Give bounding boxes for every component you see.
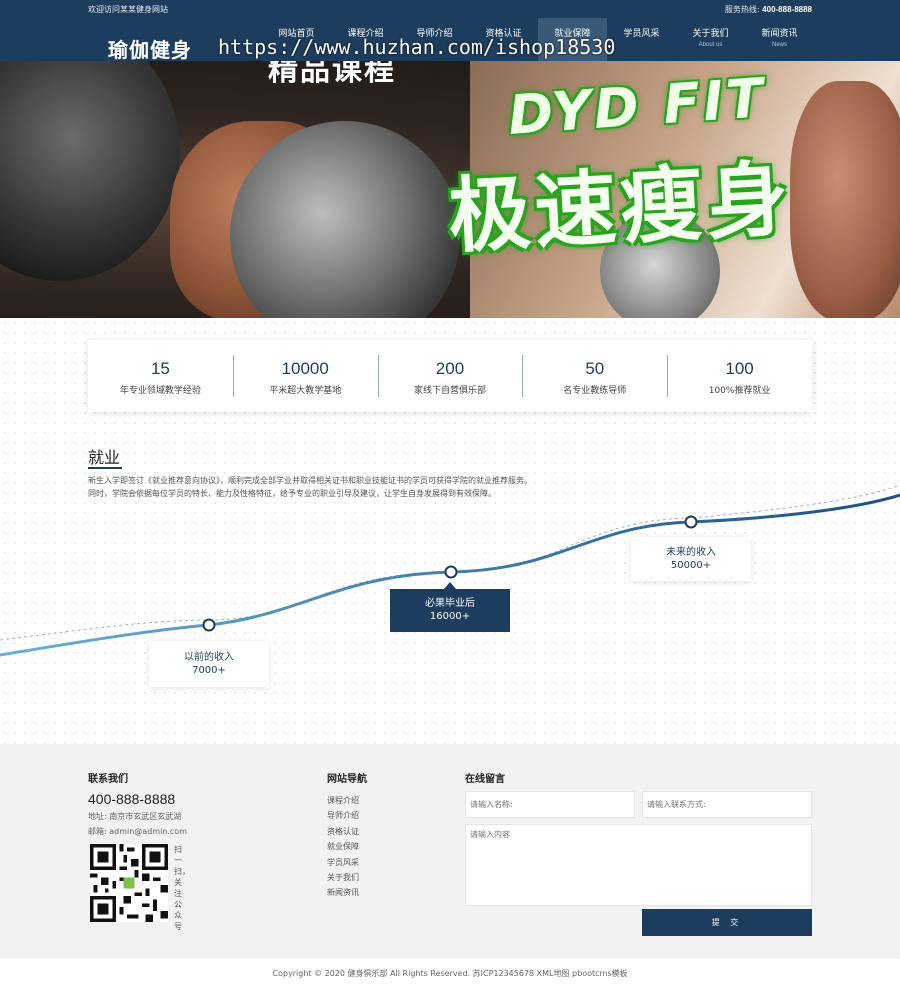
stats-panel: 15 年专业领域教学经验 10000 平米超大教学基地 200 家线下自营俱乐部 50 名专业… (88, 340, 812, 412)
footer-nav-link[interactable]: 就业保障 (327, 839, 359, 854)
copyright-text: Copyright © 2020 健身俱乐部 All Rights Reserv… (272, 969, 628, 978)
tooltip-value: 16000+ (429, 611, 471, 622)
footer-nav-link[interactable]: 新闻资讯 (327, 885, 359, 900)
stat-label: 名专业教练导师 (563, 386, 627, 396)
stat-label: 年专业领域教学经验 (119, 386, 201, 396)
curve-point (202, 618, 216, 632)
welcome-text: 欢迎访问某某健身网站 (88, 5, 168, 14)
contact-title: 联系我们 (88, 774, 128, 785)
message-textarea[interactable] (465, 824, 812, 906)
contact-input[interactable] (642, 791, 812, 818)
site-footer: 联系我们 400-888-8888 地址: 南京市玄武区玄武湖 邮箱: admi… (0, 744, 900, 959)
income-tooltip-after: 必果毕业后 16000+ (390, 589, 510, 632)
top-bar: 欢迎访问某某健身网站 服务热线: 400-888-8888 (0, 0, 900, 18)
stat-label: 家线下自营俱乐部 (413, 386, 486, 396)
curve-point (444, 565, 458, 579)
income-tooltip-before: 以前的收入 7000+ (149, 641, 269, 687)
nav-item-sublabel: About us (698, 42, 723, 48)
banner-slogan-zh: 极速瘦身 (446, 152, 795, 265)
tooltip-arrow (444, 582, 456, 589)
qr-caption: 扫一扫，关注公众号 (174, 845, 190, 931)
stat-label: 平米超大教学基地 (269, 386, 342, 396)
footer-nav-title: 网站导航 (327, 774, 367, 785)
arm-image (790, 81, 900, 318)
name-input[interactable] (465, 791, 635, 818)
stat-item: 15 年专业领域教学经验 (88, 340, 233, 412)
stat-number: 100 (725, 359, 754, 378)
nav-item[interactable]: 关于我们 About us (676, 18, 745, 61)
footer-nav-link[interactable]: 导师介绍 (327, 808, 359, 823)
footer-nav: 课程介绍 导师介绍 资格认证 就业保障 学员风采 关于我们 新闻资讯 (327, 793, 359, 901)
stat-item: 10000 平米超大教学基地 (232, 340, 378, 412)
nav-item-label: 新闻资讯 (761, 29, 798, 39)
stat-item: 50 名专业教练导师 (522, 340, 667, 412)
hotline: 服务热线: 400-888-8888 (725, 4, 812, 15)
hotline-number: 400-888-8888 (762, 5, 812, 14)
income-curve-chart (0, 484, 900, 657)
tooltip-label: 未来的收入 (666, 547, 716, 558)
qr-code-icon (90, 844, 168, 922)
contact-email: 邮箱: admin@admin.com (88, 827, 187, 836)
nav-item[interactable]: 新闻资讯 News (745, 18, 814, 61)
nav-item[interactable]: 学员风采 (607, 18, 676, 61)
stat-label: 100%推荐就业 (708, 386, 771, 396)
hero-banner: 精品课程 DYD FIT 极速瘦身 (0, 61, 900, 318)
footer-nav-link[interactable]: 关于我们 (327, 870, 359, 885)
stat-number: 10000 (281, 359, 329, 378)
contact-address: 地址: 南京市玄武区玄武湖 (88, 812, 182, 821)
site-header: 欢迎访问某某健身网站 服务热线: 400-888-8888 瑜伽健身 网站首页课… (0, 0, 900, 63)
submit-button[interactable]: 提 交 (642, 909, 812, 936)
contact-phone: 400-888-8888 (88, 791, 176, 807)
hotline-label: 服务热线: (724, 5, 760, 14)
footer-nav-link[interactable]: 课程介绍 (327, 793, 359, 808)
site-logo[interactable]: 瑜伽健身 (108, 34, 192, 63)
tooltip-value: 7000+ (192, 665, 226, 676)
footer-nav-link[interactable]: 学员风采 (327, 855, 359, 870)
nav-item-label: 学员风采 (623, 29, 660, 39)
stat-number: 50 (585, 359, 605, 378)
stat-item: 200 家线下自营俱乐部 (377, 340, 523, 412)
curve-point (684, 515, 698, 529)
section-title: 就业 (88, 448, 121, 467)
stat-item: 100 100%推荐就业 (667, 340, 812, 412)
watermark-url: https://www.huzhan.com/ishop18530 (218, 35, 616, 59)
tooltip-label: 以前的收入 (184, 652, 234, 663)
title-underline (88, 467, 122, 469)
stat-number: 200 (435, 359, 465, 378)
footer-nav-link[interactable]: 资格认证 (327, 824, 359, 839)
nav-item-label: 关于我们 (692, 29, 729, 39)
banner-caption: 精品课程 (268, 61, 396, 88)
nav-item-sublabel: News (771, 42, 787, 48)
dumbbell-plate-image (0, 61, 180, 281)
tooltip-value: 50000+ (670, 560, 712, 571)
stat-number: 15 (150, 359, 170, 378)
tooltip-label: 必果毕业后 (425, 598, 475, 609)
message-title: 在线留言 (465, 774, 505, 785)
income-tooltip-future: 未来的收入 50000+ (631, 537, 751, 581)
